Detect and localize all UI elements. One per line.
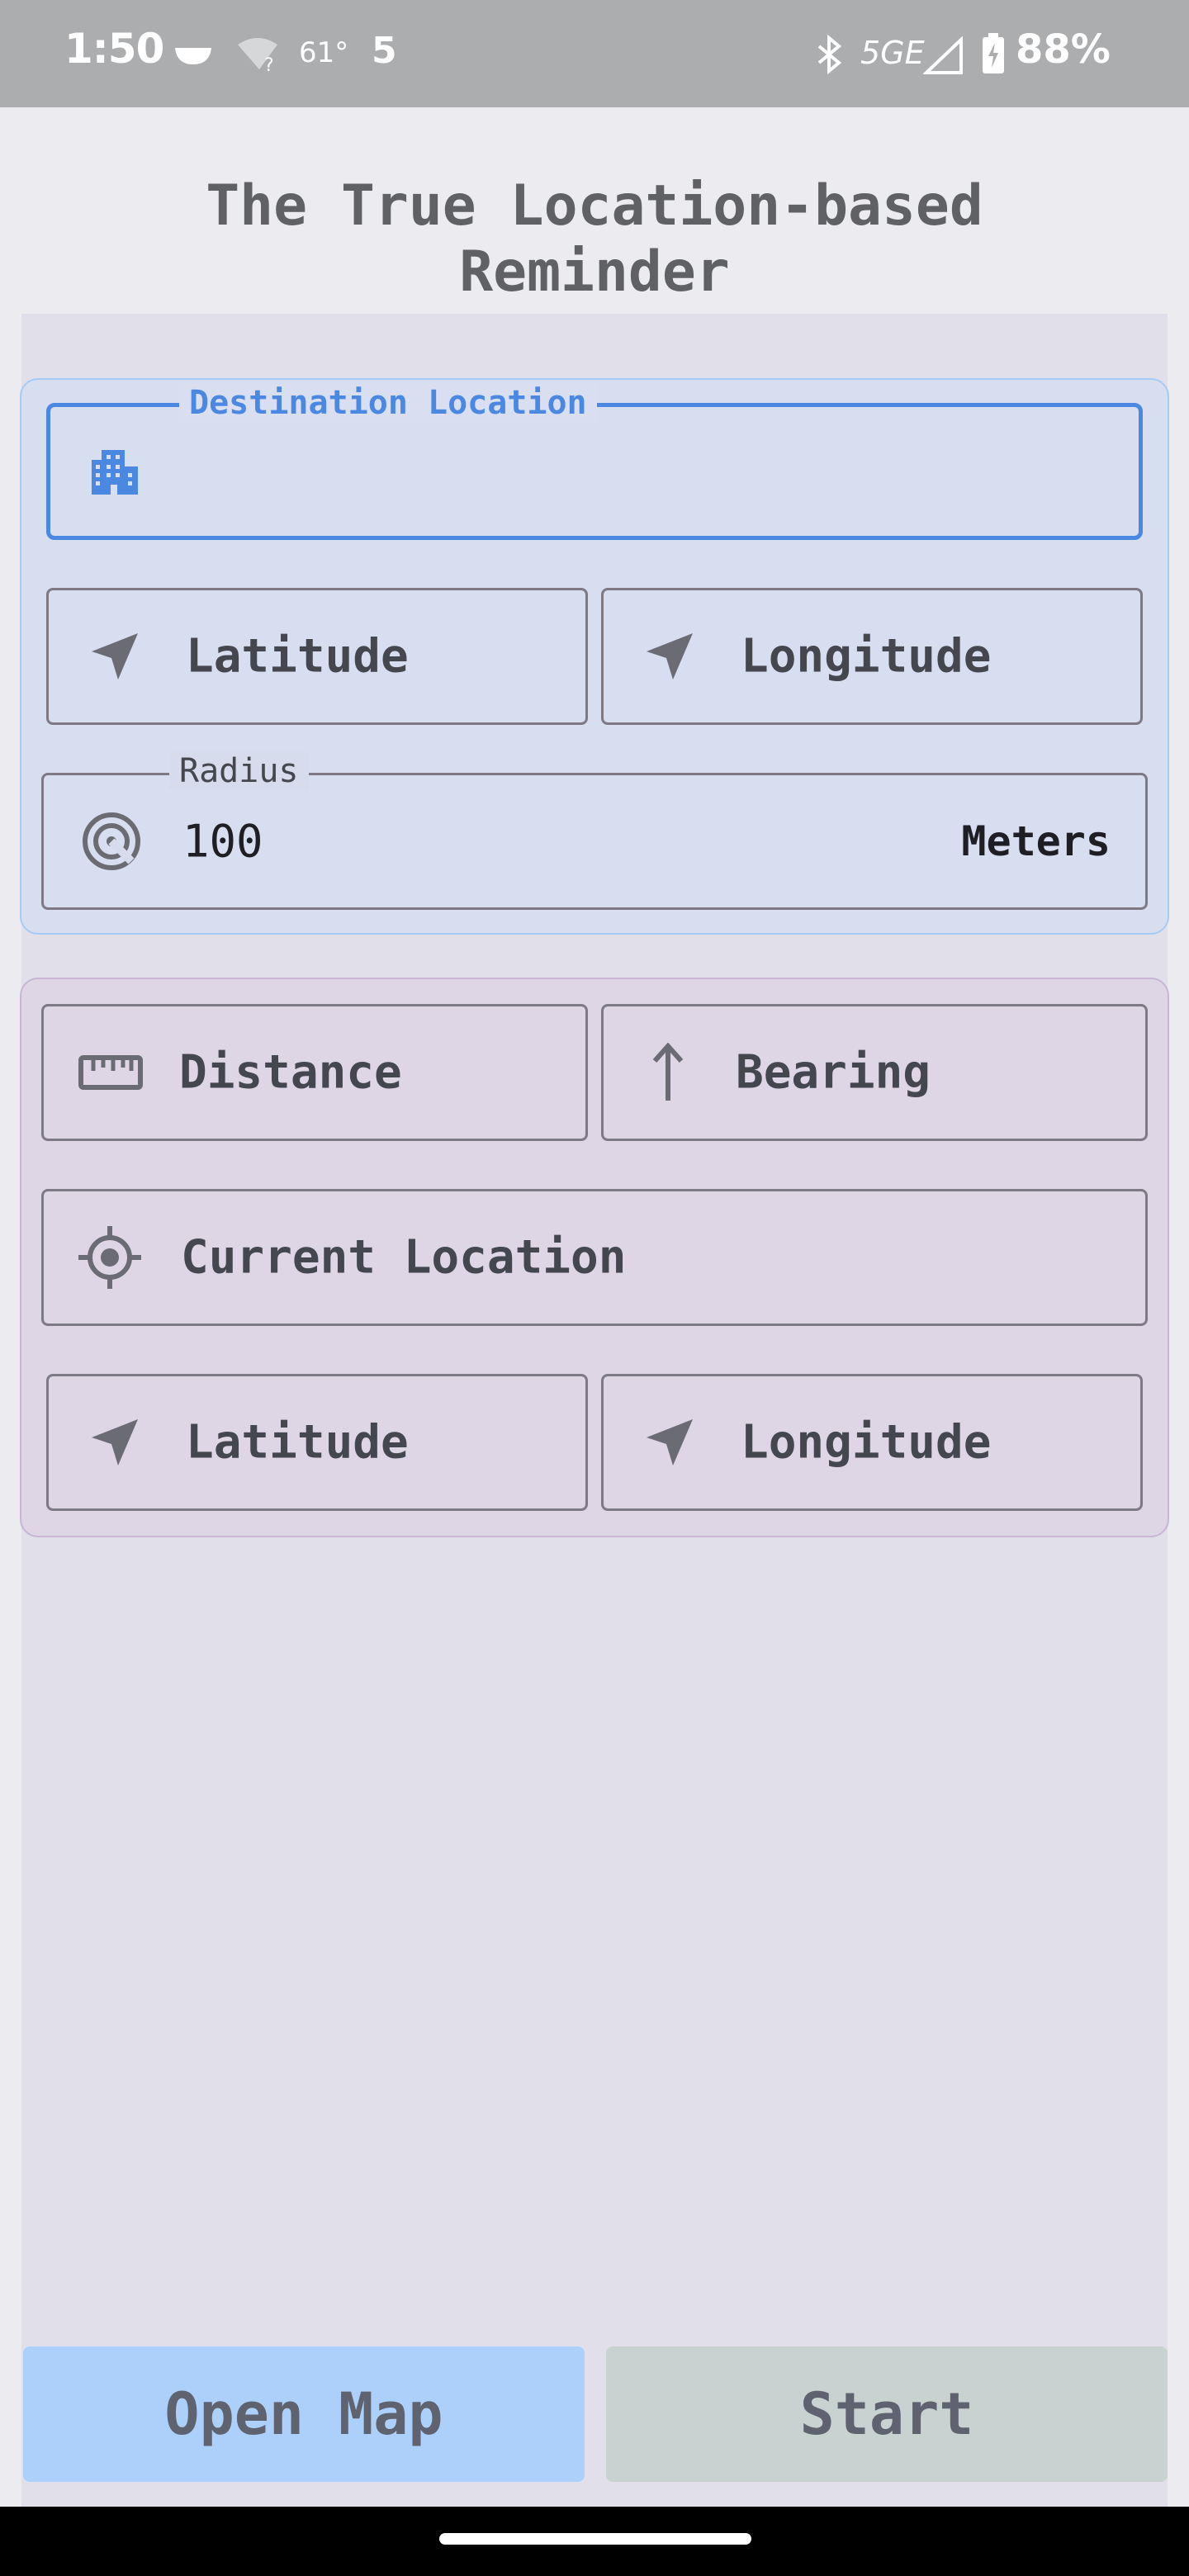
home-gesture-handle[interactable]: [439, 2533, 751, 2545]
destination-location-label: Destination Location: [179, 384, 597, 422]
open-map-button[interactable]: Open Map: [23, 2346, 585, 2482]
status-temperature: 61°: [299, 36, 349, 69]
building-icon: [92, 450, 138, 495]
ruler-icon: [78, 1055, 143, 1090]
destination-longitude-label: Longitude: [741, 629, 992, 684]
battery-charging-icon: [983, 33, 1004, 73]
status-time: 1:50: [64, 25, 164, 73]
radius-field[interactable]: Radius 100 Meters: [41, 752, 1148, 910]
navigation-arrow-icon: [647, 1419, 693, 1466]
navigation-bar: [0, 2507, 1189, 2576]
bearing-label: Bearing: [736, 1045, 931, 1100]
current-location-label: Current Location: [181, 1230, 627, 1285]
wifi-unknown-icon: ?: [238, 38, 277, 73]
status-bar: 1:50 ? 61° 5 5GE 88%: [0, 0, 1189, 107]
destination-latitude-label: Latitude: [186, 629, 409, 684]
current-longitude-field[interactable]: Longitude: [601, 1374, 1143, 1511]
radius-unit: Meters: [961, 817, 1111, 865]
crosshair-icon: [78, 1226, 141, 1289]
destination-location-field[interactable]: Destination Location: [46, 384, 1143, 540]
radius-label: Radius: [169, 752, 309, 790]
destination-longitude-field[interactable]: Longitude: [601, 588, 1143, 725]
current-longitude-label: Longitude: [741, 1415, 992, 1470]
current-location-field[interactable]: Current Location: [41, 1189, 1148, 1326]
status-notification-count: 5: [372, 30, 397, 72]
current-latitude-label: Latitude: [186, 1415, 409, 1470]
bearing-field[interactable]: Bearing: [601, 1004, 1148, 1141]
radar-icon: [83, 812, 140, 870]
navigation-arrow-icon: [92, 1419, 138, 1466]
navigation-arrow-icon: [92, 633, 138, 680]
arrow-up-icon: [652, 1043, 684, 1101]
destination-latitude-field[interactable]: Latitude: [46, 588, 588, 725]
distance-label: Distance: [179, 1045, 402, 1100]
bluetooth-icon: [817, 35, 842, 74]
status-network: 5GE: [860, 35, 925, 71]
start-button[interactable]: Start: [606, 2346, 1168, 2482]
bowl-icon: [175, 48, 211, 64]
radius-value: 100: [182, 815, 263, 868]
svg-text:?: ?: [264, 55, 274, 73]
navigation-arrow-icon: [647, 633, 693, 680]
distance-field[interactable]: Distance: [41, 1004, 588, 1141]
status-battery: 88%: [1016, 26, 1111, 73]
page-title: The True Location-based Reminder: [206, 173, 983, 305]
cell-signal-icon: [923, 36, 963, 74]
current-latitude-field[interactable]: Latitude: [46, 1374, 588, 1511]
